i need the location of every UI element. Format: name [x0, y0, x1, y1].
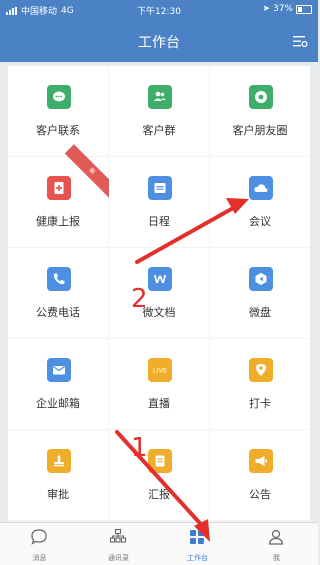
status-bar-right: ➤ 37% [262, 4, 312, 14]
app-label: 打卡 [249, 397, 271, 410]
app-tile [249, 85, 273, 109]
app-tile: LIVE [148, 358, 172, 382]
tab-label: 通讯录 [108, 554, 129, 562]
tab-workbench[interactable]: 工作台 [158, 523, 237, 565]
disk-icon [255, 273, 267, 285]
tab-contacts[interactable]: 通讯录 [79, 523, 158, 565]
app-label: 微文档 [142, 306, 176, 319]
tab-messages[interactable]: 消息 [0, 523, 79, 565]
calendar-row [156, 186, 164, 188]
mail-icon [53, 366, 65, 375]
app-tile [148, 449, 172, 473]
app-enterprise-mail[interactable]: 企业邮箱 [8, 339, 108, 429]
pin-hole [259, 366, 263, 370]
nav-bar: 工作台 [0, 20, 318, 62]
location-icon: ➤ [262, 4, 270, 14]
phone-icon [53, 273, 65, 285]
app-tile [249, 358, 273, 382]
live-icon-text: LIVE [153, 367, 167, 375]
chat-dot [60, 95, 63, 98]
settings-icon[interactable] [292, 33, 308, 49]
report-icon [155, 455, 165, 467]
document-w-icon [154, 275, 166, 283]
app-announcement[interactable]: 公告 [210, 430, 310, 520]
app-tile [47, 449, 71, 473]
app-label: 公告 [249, 488, 271, 501]
approval-icon [54, 455, 64, 467]
app-tile [148, 85, 172, 109]
app-grid-panel: 客户联系 客户群 客户朋友圈 新 健康上报 日程 会议 公费电话 微文档 微盘 … [8, 66, 310, 522]
tab-me[interactable]: 我 [237, 523, 316, 565]
chat-icon [53, 91, 65, 102]
annotation-step-2: 2 [131, 284, 148, 314]
tab-label: 我 [273, 554, 280, 562]
page-title: 工作台 [138, 35, 180, 51]
cloud-icon [254, 184, 268, 192]
app-paid-phone[interactable]: 公费电话 [8, 248, 108, 338]
chat-dot [58, 95, 60, 98]
app-approval[interactable]: 审批 [8, 430, 108, 520]
app-tile [249, 176, 273, 200]
battery-icon [296, 4, 312, 14]
app-tile [249, 267, 273, 291]
app-label: 直播 [148, 397, 170, 410]
calendar-row [156, 188, 164, 190]
location-pin-icon [256, 364, 266, 376]
live-icon: LIVE [153, 367, 167, 375]
status-time: 下午12:30 [137, 7, 181, 17]
app-label: 健康上报 [36, 215, 80, 228]
app-health-report[interactable]: 新 健康上报 [8, 144, 120, 247]
tab-label: 消息 [32, 554, 47, 562]
app-label: 微盘 [249, 306, 271, 319]
app-label: 企业邮箱 [36, 397, 80, 410]
people-icon [154, 91, 166, 101]
workbench-icon [190, 530, 204, 544]
app-label: 客户朋友圈 [232, 124, 288, 137]
app-tile [148, 267, 172, 291]
app-report[interactable]: 汇报 [109, 430, 209, 520]
app-grid: 客户联系 客户群 客户朋友圈 新 健康上报 日程 会议 公费电话 微文档 微盘 … [8, 66, 310, 520]
org-chart-icon [109, 528, 127, 543]
tab-label: 工作台 [187, 554, 208, 562]
app-label: 日程 [148, 215, 170, 228]
app-check-in[interactable]: 打卡 [210, 339, 310, 429]
calendar-icon [154, 183, 166, 193]
cross-bar [56, 187, 62, 189]
app-live[interactable]: LIVE 直播 [109, 339, 209, 429]
report-line [157, 461, 163, 463]
report-line [157, 458, 163, 460]
person-icon [268, 529, 284, 545]
app-tile [148, 176, 172, 200]
message-bubble-icon [31, 529, 47, 546]
app-tile [47, 358, 71, 382]
app-label: 公费电话 [36, 306, 80, 319]
status-bar: 中国移动 4G 下午12:30 ➤ 37% [0, 0, 318, 20]
app-tile [47, 176, 71, 200]
app-label: 会议 [249, 215, 271, 228]
app-micro-disk[interactable]: 微盘 [210, 248, 310, 338]
chat-dot [55, 95, 58, 98]
app-meeting[interactable]: 会议 [210, 157, 310, 247]
tab-bar: 消息 通讯录 工作台 我 [0, 522, 318, 565]
battery-percent: 37% [272, 4, 293, 14]
app-tile [47, 267, 71, 291]
app-micro-doc[interactable]: 微文档 [109, 248, 209, 338]
health-report-icon [54, 182, 64, 194]
app-customer-moments[interactable]: 客户朋友圈 [210, 66, 310, 156]
app-label: 客户联系 [36, 124, 80, 137]
app-label: 客户群 [142, 124, 176, 137]
app-tile [249, 449, 273, 473]
aperture-icon [255, 91, 267, 103]
app-customer-group[interactable]: 客户群 [109, 66, 209, 156]
app-label: 审批 [47, 488, 69, 501]
annotation-step-1: 1 [131, 433, 148, 463]
app-schedule[interactable]: 日程 [109, 157, 209, 247]
app-label: 汇报 [148, 488, 170, 501]
aperture-center [258, 94, 264, 100]
megaphone-icon [255, 456, 267, 466]
app-customer-contact[interactable]: 客户联系 [8, 66, 108, 156]
app-tile [47, 85, 71, 109]
